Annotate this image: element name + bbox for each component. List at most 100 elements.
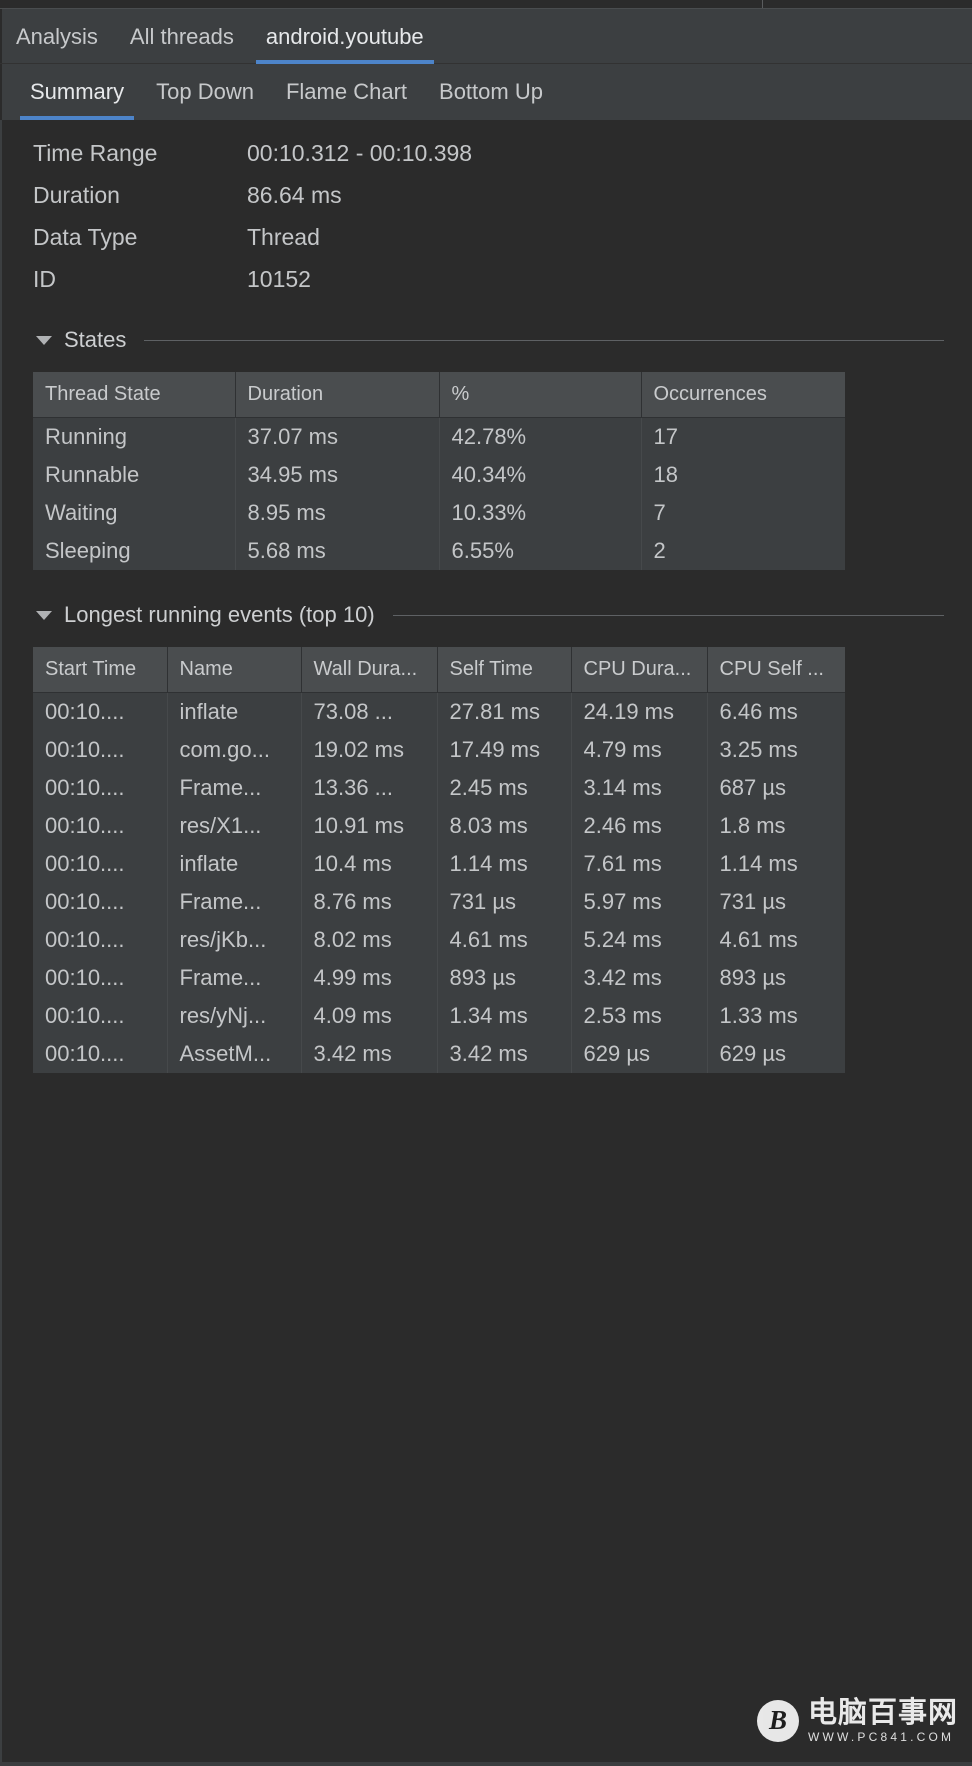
table-cell: Runnable — [33, 456, 236, 494]
table-cell: 00:10.... — [33, 692, 168, 731]
table-cell: 5.24 ms — [571, 921, 708, 959]
table-cell: 4.79 ms — [571, 731, 708, 769]
secondary-tab-bar: Summary Top Down Flame Chart Bottom Up — [0, 64, 972, 121]
table-cell: Frame... — [167, 883, 302, 921]
summary-label: ID — [33, 265, 56, 292]
states-table: Thread State Duration% Occurrences Running… — [33, 372, 845, 570]
table-cell: 1.8 ms — [707, 807, 845, 845]
watermark: B 电脑百事网 WWW.PC841.COM — [756, 1696, 958, 1744]
column-header[interactable]: Duration — [235, 372, 440, 418]
table-row[interactable]: Waiting 8.95 ms 10.33% 7 — [33, 494, 845, 532]
states-table-wrapper: Thread State Duration% Occurrences Running… — [2, 372, 972, 580]
table-cell: 3.42 ms — [301, 1035, 438, 1073]
states-section-header[interactable]: States — [2, 325, 972, 355]
table-row[interactable]: 00:10.... res/X1... 10.91 ms 8.03 ms 2.46 ms… — [33, 807, 845, 845]
table-cell: 3.42 ms — [437, 1035, 572, 1073]
summary-label: Duration — [33, 181, 120, 208]
table-cell: 00:10.... — [33, 1035, 168, 1073]
column-header[interactable]: Occurrences — [641, 372, 845, 418]
column-header[interactable]: Thread State — [33, 372, 236, 418]
table-cell: 19.02 ms — [301, 731, 438, 769]
column-header[interactable]: Self Time — [437, 647, 572, 693]
table-row[interactable]: 00:10.... res/yNj... 4.09 ms 1.34 ms 2.53 ms… — [33, 997, 845, 1035]
table-cell: 00:10.... — [33, 997, 168, 1035]
table-cell: 1.33 ms — [707, 997, 845, 1035]
table-cell: 13.36 ... — [301, 769, 438, 807]
longest-running-events-table: Start Time Name Wall Dura... Self Time CPU D… — [33, 647, 845, 1073]
table-cell: 629 µs — [571, 1035, 708, 1073]
table-row[interactable]: 00:10.... Frame... 4.99 ms 893 µs 3.42 ms 893… — [33, 959, 845, 997]
table-cell: 731 µs — [437, 883, 572, 921]
tab-summary[interactable]: Summary — [14, 64, 140, 121]
table-cell: 7.61 ms — [571, 845, 708, 883]
primary-tab-analysis[interactable]: Analysis — [0, 9, 114, 64]
section-rule — [144, 339, 944, 341]
summary-row: Data Type Thread — [2, 216, 972, 258]
table-cell: 24.19 ms — [571, 692, 708, 731]
table-cell: 1.14 ms — [437, 845, 572, 883]
column-header[interactable]: CPU Dura... — [571, 647, 708, 693]
table-cell: 00:10.... — [33, 731, 168, 769]
table-cell: 3.14 ms — [571, 769, 708, 807]
table-row[interactable]: 00:10.... Frame... 13.36 ... 2.45 ms 3.14 ms… — [33, 769, 845, 807]
watermark-text: 电脑百事网 WWW.PC841.COM — [807, 1696, 958, 1744]
table-row[interactable]: 00:10.... AssetM... 3.42 ms 3.42 ms 629 µs 62… — [33, 1035, 845, 1073]
table-cell: 2.45 ms — [437, 769, 572, 807]
table-cell: inflate — [167, 692, 302, 731]
summary-label: Data Type — [33, 223, 138, 250]
table-cell: 8.76 ms — [301, 883, 438, 921]
table-row[interactable]: 00:10.... inflate 73.08 ... 27.81 ms 24.19 m… — [33, 692, 845, 731]
table-cell: 73.08 ... — [301, 692, 438, 731]
table-cell: 18 — [641, 456, 845, 494]
section-rule — [392, 614, 944, 616]
table-cell: 6.55% — [439, 532, 642, 570]
table-row[interactable]: 00:10.... inflate 10.4 ms 1.14 ms 7.61 ms 1.1… — [33, 845, 845, 883]
table-cell: 00:10.... — [33, 807, 168, 845]
column-header[interactable]: Wall Dura... — [301, 647, 438, 693]
table-cell: Waiting — [33, 494, 236, 532]
column-header[interactable]: CPU Self ... — [707, 647, 845, 693]
watermark-site-name: 电脑百事网 — [807, 1696, 958, 1729]
table-cell: Frame... — [167, 769, 302, 807]
table-cell: 5.97 ms — [571, 883, 708, 921]
table-row[interactable]: Running 37.07 ms 42.78% 17 — [33, 417, 845, 456]
table-cell: 2 — [641, 532, 845, 570]
table-cell: 00:10.... — [33, 921, 168, 959]
events-section-title: Longest running events (top 10) — [64, 602, 375, 627]
tab-top-down[interactable]: Top Down — [140, 64, 270, 120]
summary-value: Thread — [247, 223, 320, 250]
table-cell: 1.34 ms — [437, 997, 572, 1035]
table-cell: 4.99 ms — [301, 959, 438, 997]
column-header[interactable]: Name — [167, 647, 302, 693]
column-header[interactable]: Start Time — [33, 647, 168, 693]
table-cell: 2.53 ms — [571, 997, 708, 1035]
states-section: States Thread State Duration% Occurrences … — [2, 325, 972, 580]
summary-row: Duration 86.64 ms — [2, 174, 972, 216]
table-row[interactable]: 00:10.... Frame... 8.76 ms 731 µs 5.97 ms 731… — [33, 883, 845, 921]
table-cell: Frame... — [167, 959, 302, 997]
table-cell: 00:10.... — [33, 883, 168, 921]
table-cell: 629 µs — [707, 1035, 845, 1073]
table-cell: 2.46 ms — [571, 807, 708, 845]
chevron-down-icon[interactable] — [36, 610, 52, 620]
events-section-header[interactable]: Longest running events (top 10) — [2, 600, 972, 630]
table-row[interactable]: 00:10.... com.go... 19.02 ms 17.49 ms 4.79 m… — [33, 731, 845, 769]
column-header[interactable]: % — [439, 372, 642, 418]
table-cell: 893 µs — [437, 959, 572, 997]
tab-flame-chart[interactable]: Flame Chart — [270, 64, 423, 120]
primary-tab-android-youtube[interactable]: android.youtube — [250, 9, 440, 64]
table-cell: 42.78% — [439, 417, 642, 456]
table-cell: 37.07 ms — [235, 417, 440, 456]
chevron-down-icon[interactable] — [36, 335, 52, 345]
tab-bottom-up[interactable]: Bottom Up — [423, 64, 559, 120]
table-row[interactable]: Sleeping 5.68 ms 6.55% 2 — [33, 532, 845, 570]
table-cell: res/yNj... — [167, 997, 302, 1035]
table-row[interactable]: 00:10.... res/jKb... 8.02 ms 4.61 ms 5.24 ms… — [33, 921, 845, 959]
table-row[interactable]: Runnable 34.95 ms 40.34% 18 — [33, 456, 845, 494]
table-cell: 731 µs — [707, 883, 845, 921]
table-cell: com.go... — [167, 731, 302, 769]
table-cell: 8.02 ms — [301, 921, 438, 959]
table-cell: inflate — [167, 845, 302, 883]
primary-tab-all-threads[interactable]: All threads — [114, 9, 250, 64]
window-bottom-edge — [0, 1762, 972, 1766]
